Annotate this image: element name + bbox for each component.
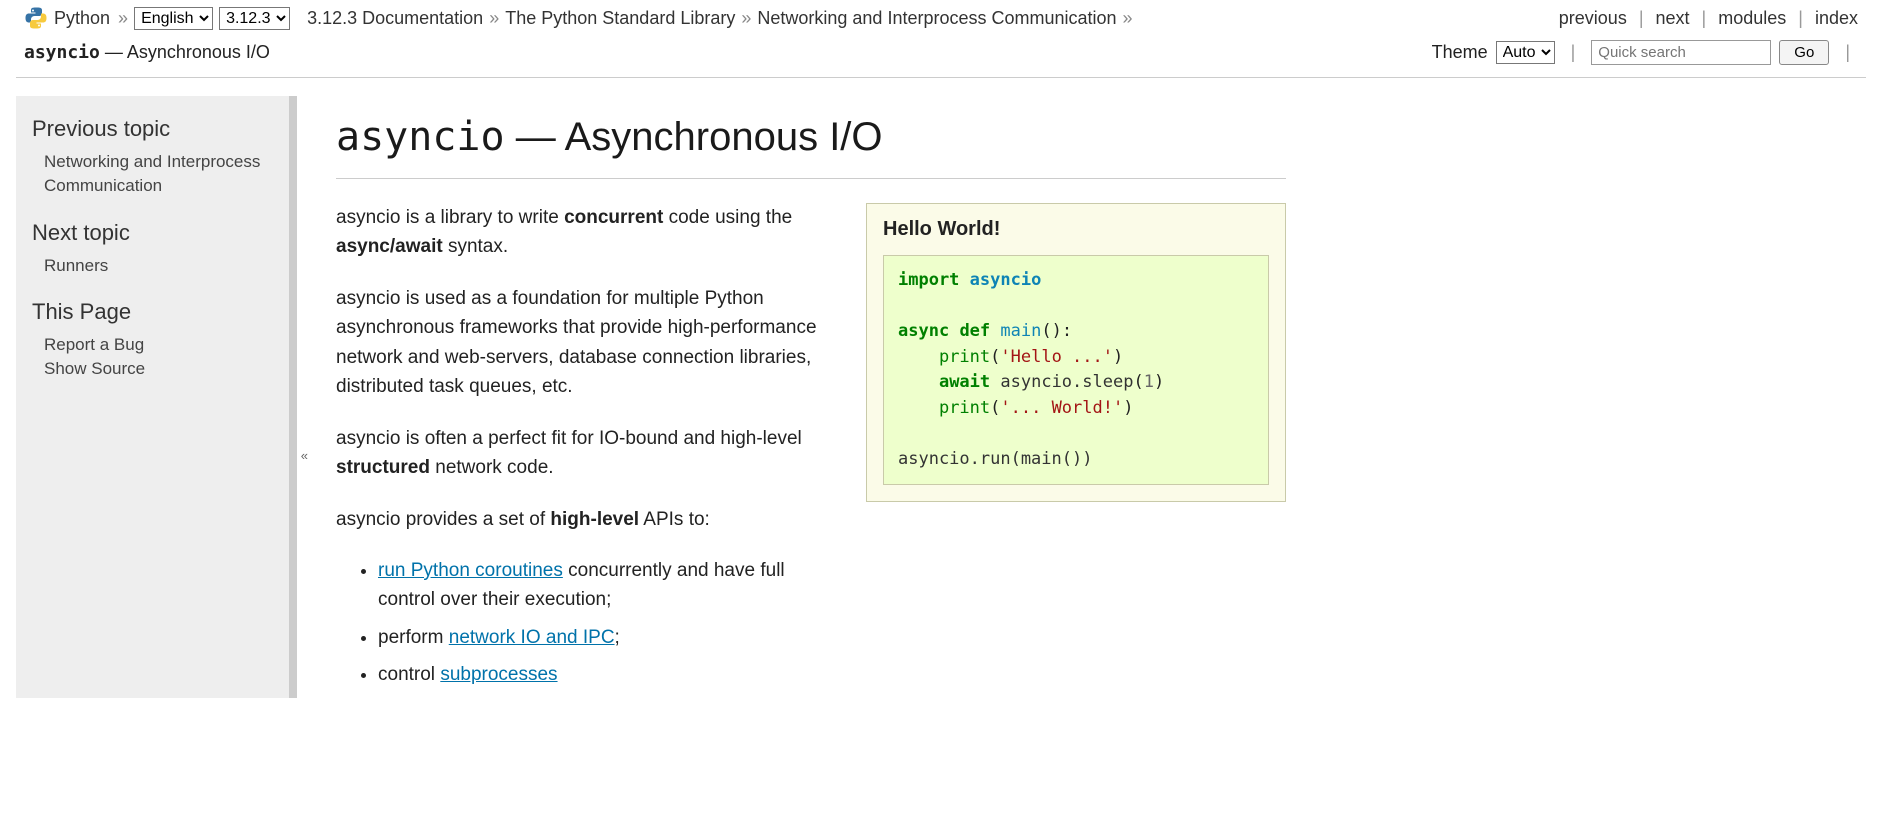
separator: » <box>489 8 499 29</box>
topic-title: Hello World! <box>883 218 1269 241</box>
search-input[interactable] <box>1591 40 1771 65</box>
language-select[interactable]: English <box>134 7 213 30</box>
doc-home-link[interactable]: 3.12.3 Documentation <box>307 8 483 29</box>
search-go-button[interactable]: Go <box>1779 40 1829 65</box>
nav-previous[interactable]: previous <box>1559 8 1627 29</box>
paragraph: asyncio is often a perfect fit for IO-bo… <box>336 424 838 483</box>
separator: » <box>741 8 751 29</box>
paragraph: asyncio is a library to write concurrent… <box>336 203 838 262</box>
title-divider <box>336 178 1286 179</box>
theme-label: Theme <box>1432 42 1488 63</box>
separator: » <box>118 8 128 29</box>
version-select[interactable]: 3.12.3 <box>219 7 290 30</box>
list-item: control subprocesses <box>378 660 838 689</box>
sidebar-collapse-button[interactable]: « <box>301 448 308 463</box>
coroutines-link[interactable]: run Python coroutines <box>378 560 563 581</box>
breadcrumb-rest: — Asynchronous I/O <box>100 42 270 62</box>
report-bug-link[interactable]: Report a Bug <box>44 333 280 357</box>
separator: » <box>1123 8 1133 29</box>
paragraph: asyncio is used as a foundation for mult… <box>336 284 838 402</box>
show-source-link[interactable]: Show Source <box>44 357 280 381</box>
page-title: asyncio — Asynchronous I/O <box>336 114 1286 160</box>
list-item: perform network IO and IPC; <box>378 623 838 652</box>
nav-next[interactable]: next <box>1656 8 1690 29</box>
prev-topic-link[interactable]: Networking and Interprocess Communicatio… <box>44 150 280 198</box>
sidebar: Previous topic Networking and Interproce… <box>16 96 296 698</box>
network-io-link[interactable]: network IO and IPC <box>449 627 615 648</box>
python-logo-link[interactable]: Python <box>24 6 110 30</box>
paragraph: asyncio provides a set of high-level API… <box>336 505 838 534</box>
stdlib-link[interactable]: The Python Standard Library <box>505 8 735 29</box>
list-item: run Python coroutines concurrently and h… <box>378 556 838 615</box>
this-page-heading: This Page <box>32 299 280 325</box>
secondary-nav: asyncio — Asynchronous I/O Theme Auto | … <box>0 36 1882 77</box>
python-logo-icon <box>24 6 48 30</box>
sidebar-resize-handle[interactable] <box>289 96 297 698</box>
next-topic-heading: Next topic <box>32 220 280 246</box>
nav-index[interactable]: index <box>1815 8 1858 29</box>
nav-modules[interactable]: modules <box>1718 8 1786 29</box>
breadcrumb-module: asyncio <box>24 42 100 63</box>
ipc-link[interactable]: Networking and Interprocess Communicatio… <box>757 8 1116 29</box>
api-list: run Python coroutines concurrently and h… <box>336 556 838 690</box>
code-block: import asyncio async def main(): print('… <box>883 255 1269 485</box>
divider <box>16 77 1866 78</box>
subprocesses-link[interactable]: subprocesses <box>440 664 557 685</box>
python-label: Python <box>54 8 110 29</box>
next-topic-link[interactable]: Runners <box>44 254 280 278</box>
prev-topic-heading: Previous topic <box>32 116 280 142</box>
main-content: asyncio — Asynchronous I/O asyncio is a … <box>296 96 1326 698</box>
hello-world-box: Hello World! import asyncio async def ma… <box>866 203 1286 502</box>
body-text: asyncio is a library to write concurrent… <box>336 203 838 698</box>
theme-select[interactable]: Auto <box>1496 41 1555 64</box>
top-nav: Python » English 3.12.3 3.12.3 Documenta… <box>0 0 1882 36</box>
